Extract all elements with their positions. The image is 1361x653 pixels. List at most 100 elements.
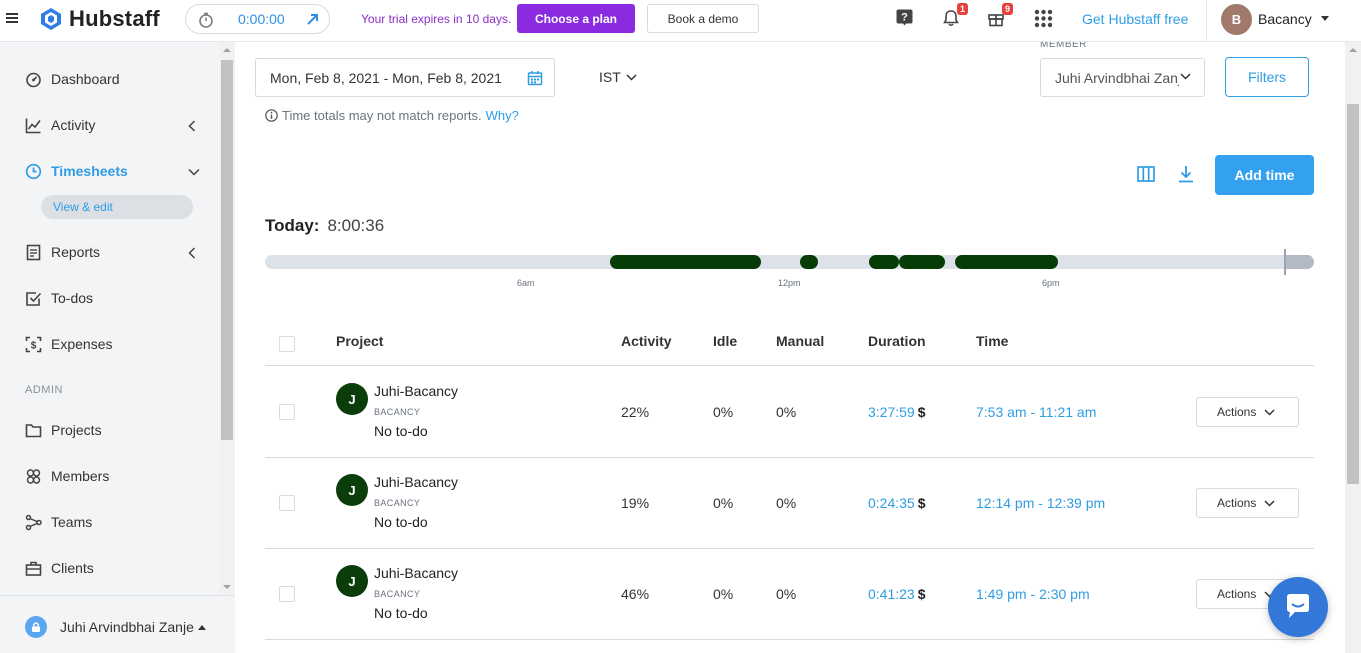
chevron-down-icon[interactable] (188, 168, 200, 176)
apps-grid-icon (1034, 9, 1053, 28)
user-name[interactable]: Bacancy (1258, 11, 1312, 27)
sidebar-item-todos[interactable]: To-dos (24, 288, 93, 308)
page-scrollbar[interactable] (1345, 42, 1361, 653)
scroll-up-arrow-icon[interactable] (1349, 48, 1357, 52)
sidebar-user-footer[interactable]: Juhi Arvindbhai Zanje (0, 595, 235, 653)
sidebar-item-timesheets[interactable]: Timesheets (24, 161, 128, 181)
today-value: 8:00:36 (327, 216, 385, 235)
notifications-badge: 1 (956, 3, 968, 15)
main-content: Mon, Feb 8, 2021 - Mon, Feb 8, 2021 IST … (235, 42, 1345, 653)
billable-dollar-icon: $ (917, 586, 926, 602)
sidebar-item-projects[interactable]: Projects (24, 420, 102, 440)
table-row: J Juhi-Bacancy BACANCY No to-do 22% 0% 0… (265, 367, 1314, 458)
gifts-button[interactable]: 9 (987, 3, 1013, 30)
chevron-left-icon[interactable] (188, 120, 196, 132)
apps-button[interactable] (1034, 9, 1053, 31)
chat-support-button[interactable] (1268, 577, 1328, 637)
sidebar-item-expenses[interactable]: $ Expenses (24, 334, 112, 354)
timeline-segment[interactable] (899, 255, 945, 269)
sidebar-item-activity[interactable]: Activity (24, 115, 95, 135)
get-hubstaff-free-link[interactable]: Get Hubstaff free (1082, 11, 1188, 27)
timeline-segment[interactable] (955, 255, 1058, 269)
why-link[interactable]: Why? (486, 108, 519, 123)
scroll-down-arrow-icon[interactable] (223, 585, 231, 589)
teams-icon (24, 513, 42, 531)
sidebar-scrollbar[interactable] (219, 42, 235, 595)
open-timer-icon[interactable] (306, 12, 320, 26)
row-checkbox[interactable] (279, 495, 295, 511)
project-avatar: J (336, 383, 368, 415)
sidebar-item-reports[interactable]: Reports (24, 242, 100, 262)
sidebar-item-members[interactable]: Members (24, 466, 109, 486)
sidebar-item-label: Members (51, 468, 110, 484)
activity-cell: 19% (621, 495, 650, 511)
sidebar: Dashboard Activity Timesheets View & edi… (0, 42, 235, 653)
avatar[interactable]: B (1221, 4, 1252, 35)
notifications-button[interactable]: 1 (942, 3, 968, 30)
row-checkbox[interactable] (279, 404, 295, 420)
trial-notice: Your trial expires in 10 days. (361, 12, 512, 26)
activity-cell: 22% (621, 404, 650, 420)
download-icon[interactable] (1177, 165, 1195, 183)
timeline-segment[interactable] (800, 255, 818, 269)
sidebar-item-dashboard[interactable]: Dashboard (24, 69, 120, 89)
date-range-picker[interactable]: Mon, Feb 8, 2021 - Mon, Feb 8, 2021 (255, 58, 555, 97)
columns-icon[interactable] (1137, 166, 1155, 182)
sidebar-item-label: Expenses (51, 336, 113, 352)
note-text: Time totals may not match reports. (282, 108, 482, 123)
row-checkbox[interactable] (279, 586, 295, 602)
info-icon (265, 109, 278, 122)
filters-button[interactable]: Filters (1225, 57, 1309, 97)
scrollbar-thumb[interactable] (221, 60, 233, 440)
duration-cell[interactable]: 3:27:59 $ (868, 404, 926, 420)
timezone-select[interactable]: IST (599, 69, 637, 85)
activity-cell: 46% (621, 586, 650, 602)
time-range-link[interactable]: 7:53 am - 11:21 am (976, 404, 1096, 420)
table-header: Project Activity Idle Manual Duration Ti… (265, 322, 1314, 366)
actions-dropdown[interactable]: Actions (1196, 397, 1299, 427)
time-range-link[interactable]: 1:49 pm - 2:30 pm (976, 586, 1090, 602)
sidebar-item-label: Dashboard (51, 71, 120, 87)
duration-cell[interactable]: 0:24:35 $ (868, 495, 926, 511)
timeline-segment[interactable] (869, 255, 899, 269)
timeline-tick: 6am (517, 278, 535, 288)
choose-plan-button[interactable]: Choose a plan (517, 4, 635, 33)
col-idle: Idle (713, 333, 738, 349)
help-button[interactable]: ? (896, 9, 913, 29)
sidebar-item-label: To-dos (51, 290, 94, 306)
add-time-button[interactable]: Add time (1215, 155, 1314, 195)
caret-down-icon[interactable] (1321, 16, 1329, 21)
date-range-value: Mon, Feb 8, 2021 - Mon, Feb 8, 2021 (270, 70, 502, 86)
duration-cell[interactable]: 0:41:23 $ (868, 586, 926, 602)
manual-cell: 0% (776, 495, 797, 511)
caret-up-icon[interactable] (198, 625, 206, 630)
select-all-checkbox[interactable] (279, 336, 295, 352)
time-range-link[interactable]: 12:14 pm - 12:39 pm (976, 495, 1105, 511)
actions-label: Actions (1217, 587, 1257, 601)
calendar-icon[interactable] (527, 70, 543, 86)
duration-value: 0:41:23 (868, 586, 915, 602)
chevron-left-icon[interactable] (188, 247, 196, 259)
sidebar-item-teams[interactable]: Teams (24, 512, 92, 532)
briefcase-icon (24, 559, 42, 577)
duration-value: 3:27:59 (868, 404, 915, 420)
sidebar-item-clients[interactable]: Clients (24, 558, 94, 578)
folder-icon (24, 421, 42, 439)
member-select[interactable]: Juhi Arvindbhai Zanje (1040, 58, 1205, 97)
sidebar-item-label: Clients (51, 560, 94, 576)
menu-icon[interactable] (6, 13, 18, 23)
actions-dropdown[interactable]: Actions (1196, 488, 1299, 518)
scroll-up-arrow-icon[interactable] (223, 48, 231, 52)
timeline-segment[interactable] (610, 255, 761, 269)
idle-cell: 0% (713, 495, 734, 511)
logo[interactable]: Hubstaff (38, 6, 160, 32)
scrollbar-thumb[interactable] (1347, 104, 1359, 484)
chevron-down-icon (626, 73, 637, 81)
timer-widget[interactable]: 0:00:00 (185, 4, 330, 34)
member-value: Juhi Arvindbhai Zanje (1055, 70, 1179, 86)
book-demo-button[interactable]: Book a demo (647, 4, 759, 33)
billable-dollar-icon: $ (917, 495, 926, 511)
chevron-down-icon (1264, 499, 1275, 507)
sidebar-subitem-view-edit[interactable]: View & edit (41, 195, 193, 219)
table-row: J Juhi-Bacancy BACANCY No to-do 46% 0% 0… (265, 549, 1314, 640)
